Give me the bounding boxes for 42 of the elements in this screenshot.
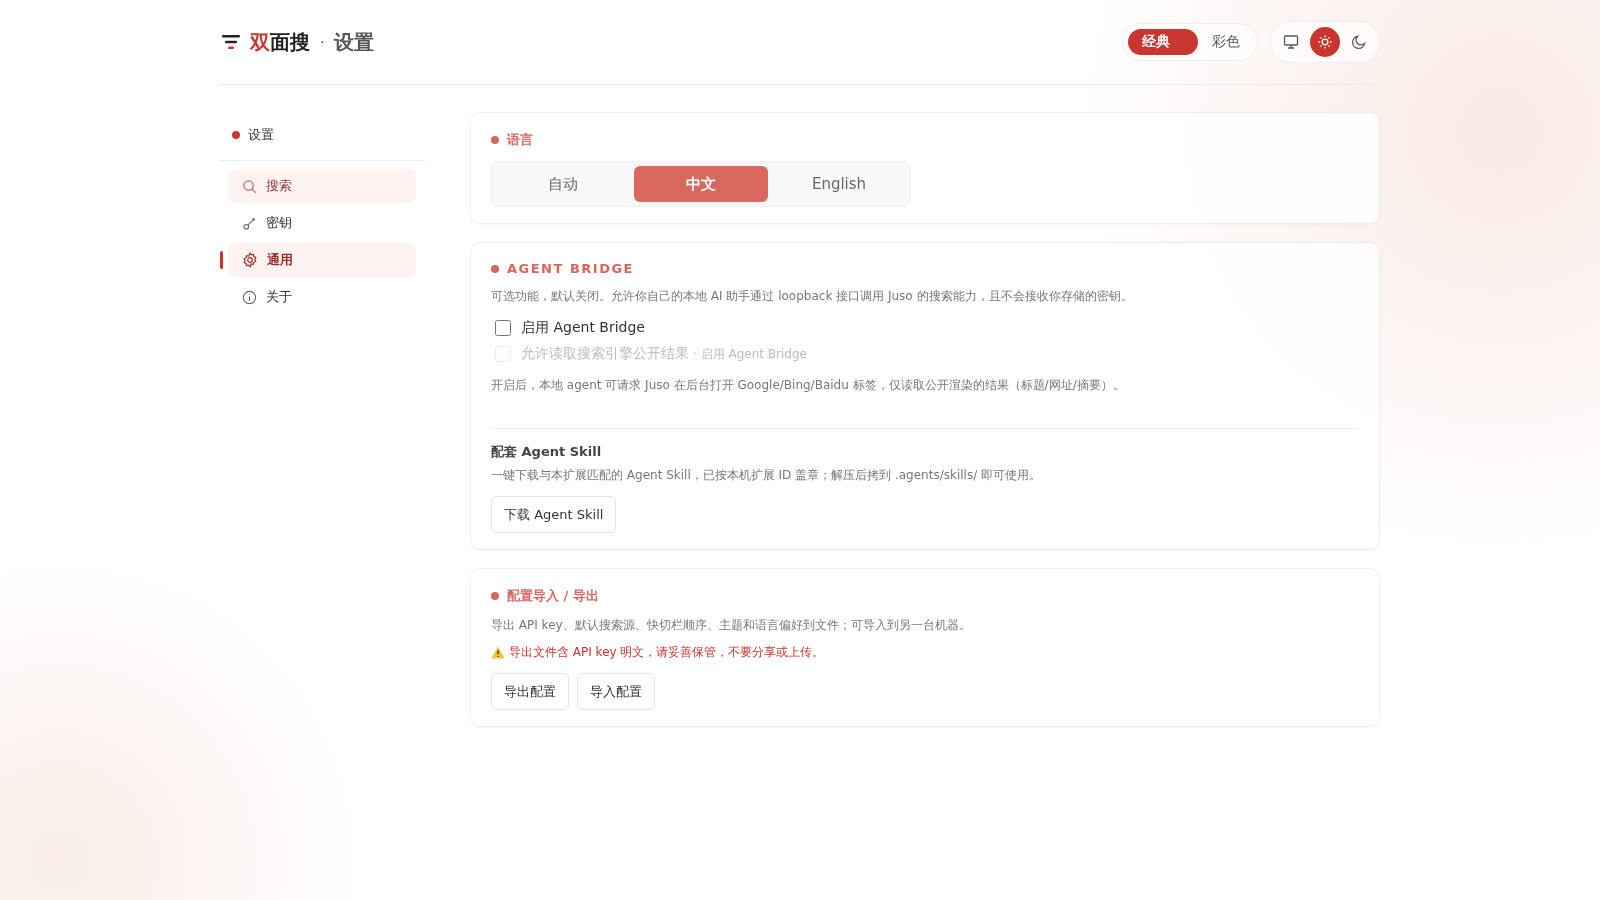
language-option[interactable]: English xyxy=(772,166,906,202)
config-button[interactable]: 导入配置 xyxy=(577,673,655,710)
subsection-description: 一键下载与本扩展匹配的 Agent Skill，已按本机扩展 ID 盖章；解压后拷到 .agents/skills/ 即可使用。 xyxy=(491,467,1043,484)
settings-icon xyxy=(242,252,258,268)
subsection-title: 配套 Agent Skill xyxy=(491,443,603,461)
checkbox[interactable] xyxy=(495,320,511,336)
section-title: 配置导入 / 导出 xyxy=(507,587,599,605)
checkbox-label: 允许读取搜索引擎公开结果 xyxy=(521,345,689,363)
sidebar-item[interactable]: 关于 xyxy=(228,280,416,314)
sidebar-heading: 设置 xyxy=(248,126,274,144)
moon-icon xyxy=(1351,34,1367,50)
checkbox-hint: · 启用 Agent Bridge xyxy=(693,345,807,363)
bullet-dot xyxy=(491,136,499,144)
section-description: 导出 API key、默认搜索源、快切栏顺序、主题和语言偏好到文件；可导入到另一台机器。 xyxy=(491,617,972,634)
search-icon xyxy=(242,178,257,194)
config-button[interactable]: 导出配置 xyxy=(491,673,569,710)
bullet-dot xyxy=(232,131,240,139)
filter-icon xyxy=(222,34,240,50)
sun-icon xyxy=(1317,34,1333,50)
key-icon xyxy=(242,215,257,231)
section-title: AGENT BRIDGE xyxy=(507,261,634,276)
warning-icon xyxy=(491,646,505,659)
checkbox-label: 启用 Agent Bridge xyxy=(521,319,645,337)
app-logo: 双面搜 xyxy=(250,28,310,56)
style-option[interactable]: 彩色 xyxy=(1198,29,1252,55)
info-icon xyxy=(242,289,257,305)
style-option[interactable]: 经典 xyxy=(1128,29,1198,55)
monitor-icon xyxy=(1283,34,1299,50)
title-separator: · xyxy=(319,34,326,50)
bullet-dot xyxy=(491,592,499,600)
sun-theme-button[interactable] xyxy=(1310,27,1340,57)
page-title: 设置 xyxy=(334,28,375,56)
bullet-dot xyxy=(491,264,499,273)
sidebar-item[interactable]: 密钥 xyxy=(228,206,416,240)
language-option[interactable]: 自动 xyxy=(496,166,630,202)
section-description: 可选功能，默认关闭。允许你自己的本地 AI 助手通过 loopback 接口调用 Juso 的搜索能力，且不会接收你存储的密钥。 xyxy=(491,288,1134,305)
download-button[interactable]: 下载 Agent Skill xyxy=(491,496,617,533)
warning-text: 导出文件含 API key 明文，请妥善保管，不要分享或上传。 xyxy=(509,644,825,661)
sidebar-item[interactable]: 搜索 xyxy=(228,169,416,203)
note-text: 开启后，本地 agent 可请求 Juso 在后台打开 Google/Bing/Baidu 标签，仅读取公开渲染的结果（标题/网址/摘要）。 xyxy=(491,377,1126,394)
sidebar-item[interactable]: 通用 xyxy=(228,243,416,277)
section-title: 语言 xyxy=(507,131,533,149)
